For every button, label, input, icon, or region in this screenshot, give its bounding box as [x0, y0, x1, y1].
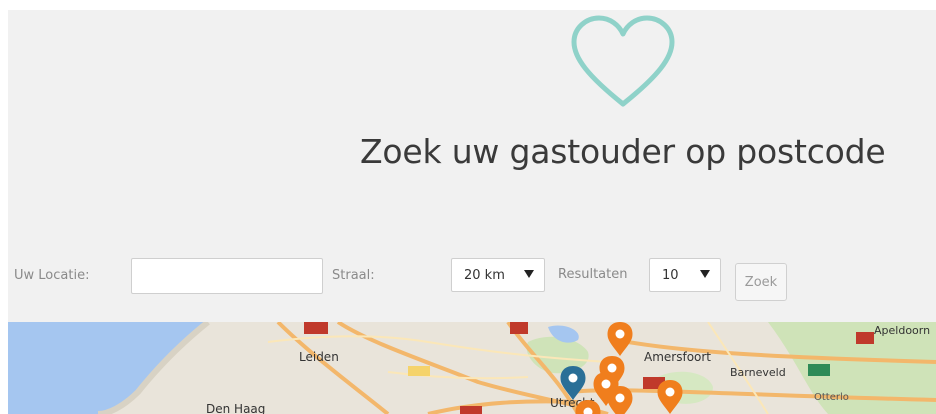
heart-icon	[571, 15, 675, 107]
chevron-down-icon	[700, 270, 710, 278]
radius-select[interactable]: 20 km	[451, 258, 545, 292]
results-select-value: 10	[662, 267, 679, 283]
search-button[interactable]: Zoek	[735, 263, 787, 301]
results-select[interactable]: 10	[649, 258, 721, 292]
map-marker-orange-1[interactable]	[607, 322, 633, 356]
map-marker-orange-4[interactable]	[607, 386, 633, 414]
map-marker-orange-5[interactable]	[657, 380, 683, 414]
radius-select-value: 20 km	[464, 267, 505, 283]
chevron-down-icon	[524, 270, 534, 278]
map-marker-blue[interactable]	[560, 366, 586, 400]
map[interactable]: Leiden Amersfoort Barneveld Apeldoorn Ut…	[8, 322, 936, 414]
page-title: Zoek uw gastouder op postcode	[360, 132, 886, 171]
results-label: Resultaten	[558, 267, 628, 282]
location-input[interactable]	[131, 258, 323, 294]
radius-label: Straal:	[332, 268, 375, 283]
map-markers	[560, 322, 683, 414]
location-label: Uw Locatie:	[14, 268, 90, 283]
map-marker-orange-6[interactable]	[575, 400, 601, 414]
